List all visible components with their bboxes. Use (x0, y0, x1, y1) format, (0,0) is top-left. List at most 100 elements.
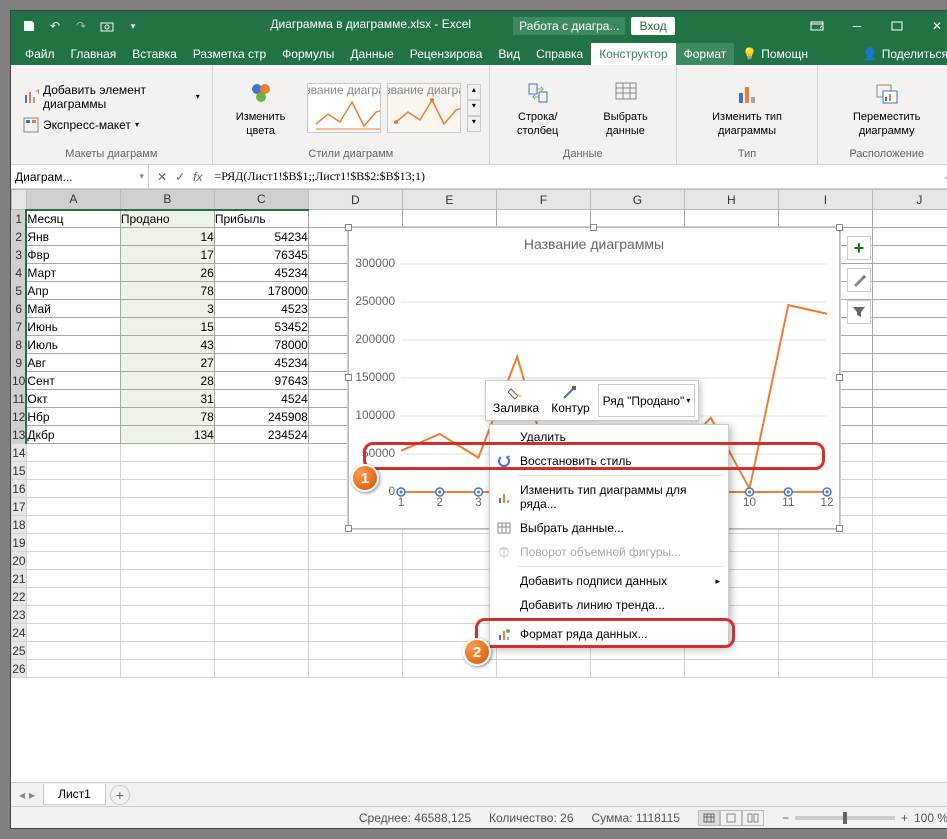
cell[interactable] (684, 660, 778, 678)
column-header[interactable]: J (872, 190, 947, 210)
cell[interactable] (872, 606, 947, 624)
cell[interactable] (308, 210, 402, 228)
cell[interactable] (402, 606, 496, 624)
cell[interactable]: Март (26, 264, 120, 282)
cell[interactable]: 28 (120, 372, 214, 390)
cell[interactable] (214, 606, 308, 624)
cell[interactable]: 234524 (214, 426, 308, 444)
page-break-view-icon[interactable] (742, 810, 764, 826)
tell-me-button[interactable]: 💡 Помощн (734, 43, 816, 65)
page-layout-view-icon[interactable] (720, 810, 742, 826)
cell[interactable]: Июнь (26, 318, 120, 336)
cell[interactable] (872, 660, 947, 678)
cell[interactable] (778, 552, 872, 570)
cell[interactable]: Нбр (26, 408, 120, 426)
cell[interactable]: Авг (26, 354, 120, 372)
cell[interactable] (26, 480, 120, 498)
row-header[interactable]: 25 (12, 642, 27, 660)
cell[interactable] (120, 498, 214, 516)
chart-title[interactable]: Название диаграммы (349, 236, 839, 252)
cell[interactable]: Дкбр (26, 426, 120, 444)
cell[interactable] (214, 480, 308, 498)
cell[interactable] (308, 606, 402, 624)
cancel-formula-icon[interactable]: ✕ (157, 170, 167, 184)
cell[interactable] (214, 462, 308, 480)
cell[interactable] (214, 516, 308, 534)
ctx-reset-style[interactable]: Восстановить стиль (490, 449, 728, 473)
row-header[interactable]: 15 (12, 462, 27, 480)
resize-handle[interactable] (345, 525, 352, 532)
column-header[interactable]: D (308, 190, 402, 210)
cell[interactable]: 45234 (214, 354, 308, 372)
cell[interactable] (872, 570, 947, 588)
redo-icon[interactable]: ↷ (73, 18, 89, 34)
add-chart-element-button[interactable]: + Добавить элемент диаграммы ▾ (19, 81, 204, 113)
change-chart-type-button[interactable]: Изменить тип диаграммы (685, 75, 810, 139)
row-header[interactable]: 21 (12, 570, 27, 588)
cell[interactable] (872, 462, 947, 480)
tab-home[interactable]: Главная (63, 43, 125, 65)
cell[interactable] (26, 624, 120, 642)
column-header[interactable]: E (402, 190, 496, 210)
cell[interactable] (214, 642, 308, 660)
maximize-icon[interactable] (884, 16, 910, 36)
cell[interactable]: 245908 (214, 408, 308, 426)
cell[interactable] (872, 552, 947, 570)
cell[interactable]: 134 (120, 426, 214, 444)
cell[interactable] (26, 498, 120, 516)
save-icon[interactable] (21, 18, 37, 34)
row-header[interactable]: 22 (12, 588, 27, 606)
cell[interactable] (120, 462, 214, 480)
row-header[interactable]: 9 (12, 354, 27, 372)
column-header[interactable]: H (684, 190, 778, 210)
row-header[interactable]: 18 (12, 516, 27, 534)
cell[interactable] (402, 588, 496, 606)
cell[interactable] (120, 570, 214, 588)
cell[interactable] (214, 570, 308, 588)
row-header[interactable]: 11 (12, 390, 27, 408)
cell[interactable] (214, 588, 308, 606)
cell[interactable] (872, 480, 947, 498)
row-header[interactable]: 13 (12, 426, 27, 444)
cell[interactable] (26, 552, 120, 570)
cell[interactable]: 17 (120, 246, 214, 264)
tab-formulas[interactable]: Формулы (274, 43, 342, 65)
cell[interactable] (26, 588, 120, 606)
row-header[interactable]: 19 (12, 534, 27, 552)
cell[interactable] (402, 210, 496, 228)
cell[interactable] (26, 570, 120, 588)
row-header[interactable]: 1 (12, 210, 27, 228)
cell[interactable] (778, 624, 872, 642)
select-data-button[interactable]: Выбрать данные (583, 75, 667, 139)
worksheet-area[interactable]: ABCDEFGHIJKL 1МесяцПроданоПрибыль2Янв145… (11, 189, 947, 782)
resize-handle[interactable] (836, 374, 843, 381)
accept-formula-icon[interactable]: ✓ (175, 170, 185, 184)
cell[interactable] (308, 534, 402, 552)
cell[interactable]: 15 (120, 318, 214, 336)
zoom-in-icon[interactable]: + (901, 811, 908, 825)
cell[interactable]: 78 (120, 408, 214, 426)
cell[interactable] (26, 516, 120, 534)
cell[interactable] (590, 210, 684, 228)
cell[interactable] (26, 462, 120, 480)
cell[interactable] (778, 588, 872, 606)
column-header[interactable]: F (496, 190, 590, 210)
cell[interactable] (684, 210, 778, 228)
cell[interactable] (778, 534, 872, 552)
cell[interactable]: Месяц (26, 210, 120, 228)
cell[interactable] (872, 372, 947, 390)
cell[interactable]: 4524 (214, 390, 308, 408)
cell[interactable] (26, 444, 120, 462)
cell[interactable] (872, 408, 947, 426)
row-header[interactable]: 12 (12, 408, 27, 426)
cell[interactable] (308, 624, 402, 642)
tab-data[interactable]: Данные (342, 43, 401, 65)
cell[interactable] (872, 390, 947, 408)
cell[interactable]: 4523 (214, 300, 308, 318)
quick-layout-button[interactable]: Экспресс-макет ▾ (19, 115, 143, 135)
cell[interactable] (26, 660, 120, 678)
cell[interactable] (214, 624, 308, 642)
ctx-change-series-type[interactable]: Изменить тип диаграммы для ряда... (490, 478, 728, 516)
cell[interactable]: Окт (26, 390, 120, 408)
cell[interactable] (120, 552, 214, 570)
